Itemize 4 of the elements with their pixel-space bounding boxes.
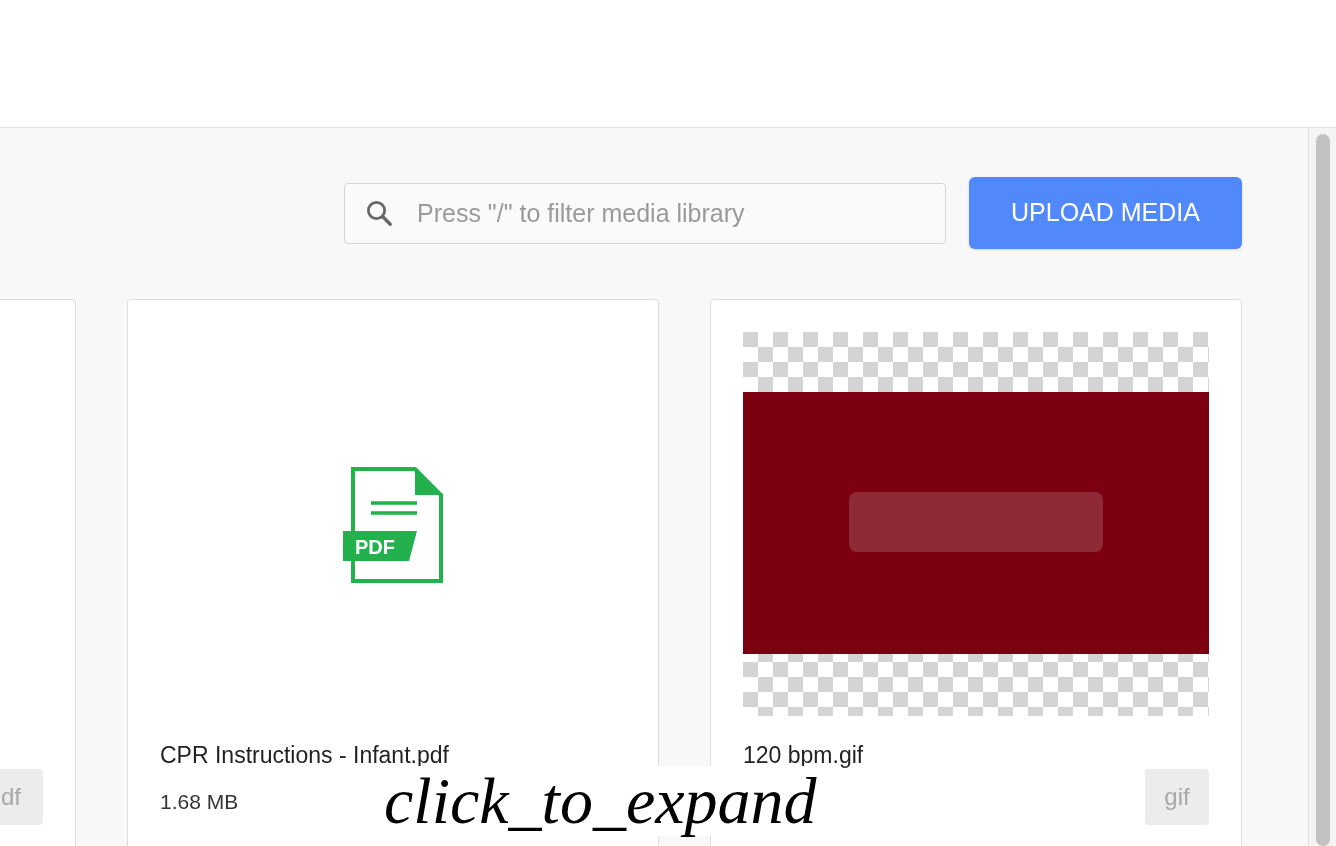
file-type-tag: gif: [1145, 769, 1209, 825]
file-type-tag: df: [0, 769, 43, 825]
search-field[interactable]: Press "/" to filter media library: [344, 182, 946, 244]
scrollbar-thumb[interactable]: [1315, 134, 1330, 846]
